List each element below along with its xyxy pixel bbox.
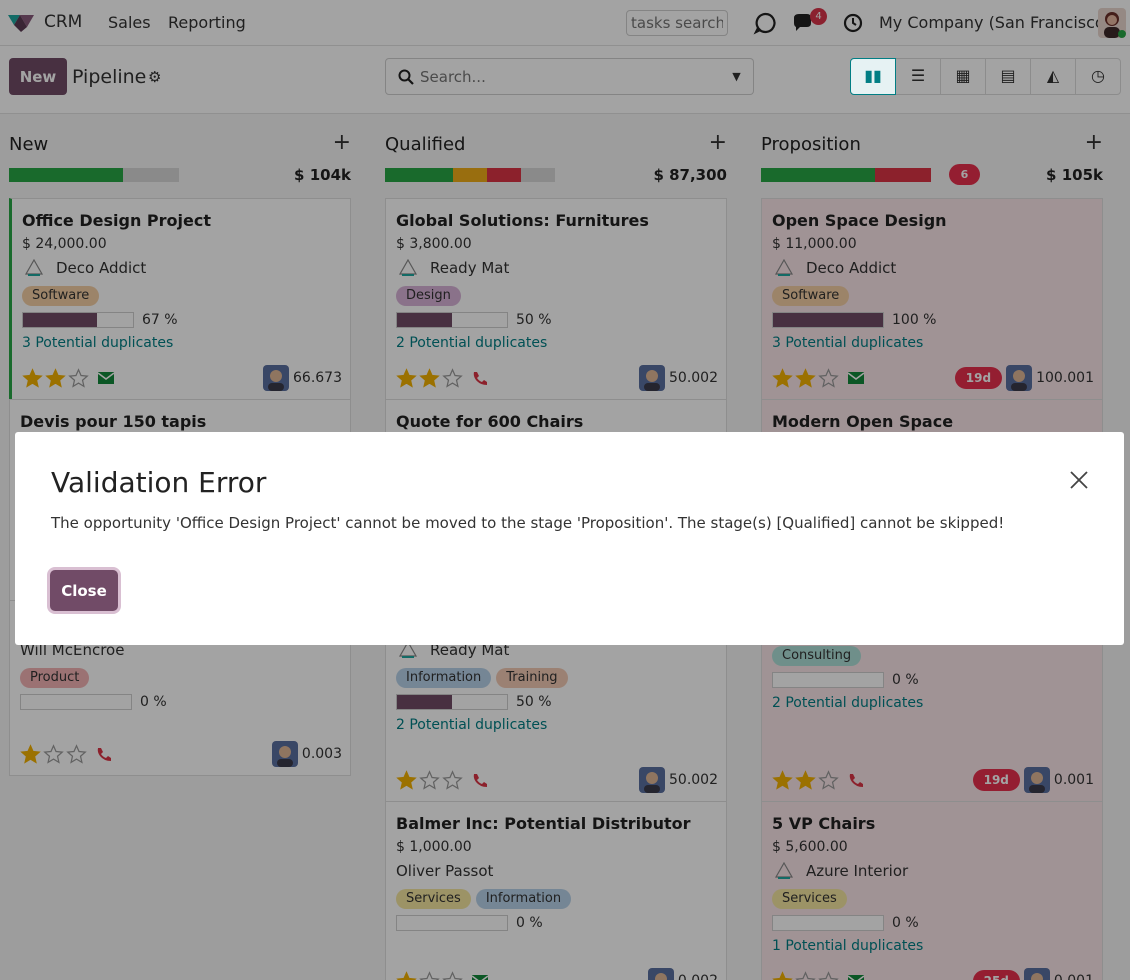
validation-error-dialog: Validation Error The opportunity 'Office… [15, 432, 1124, 645]
close-button[interactable]: Close [50, 570, 118, 611]
kanban-view-button[interactable]: ▮▮ [850, 58, 896, 95]
close-icon[interactable] [1067, 468, 1091, 492]
dialog-message: The opportunity 'Office Design Project' … [51, 514, 1005, 532]
kanban-icon: ▮▮ [864, 66, 882, 85]
dialog-title: Validation Error [51, 466, 267, 499]
